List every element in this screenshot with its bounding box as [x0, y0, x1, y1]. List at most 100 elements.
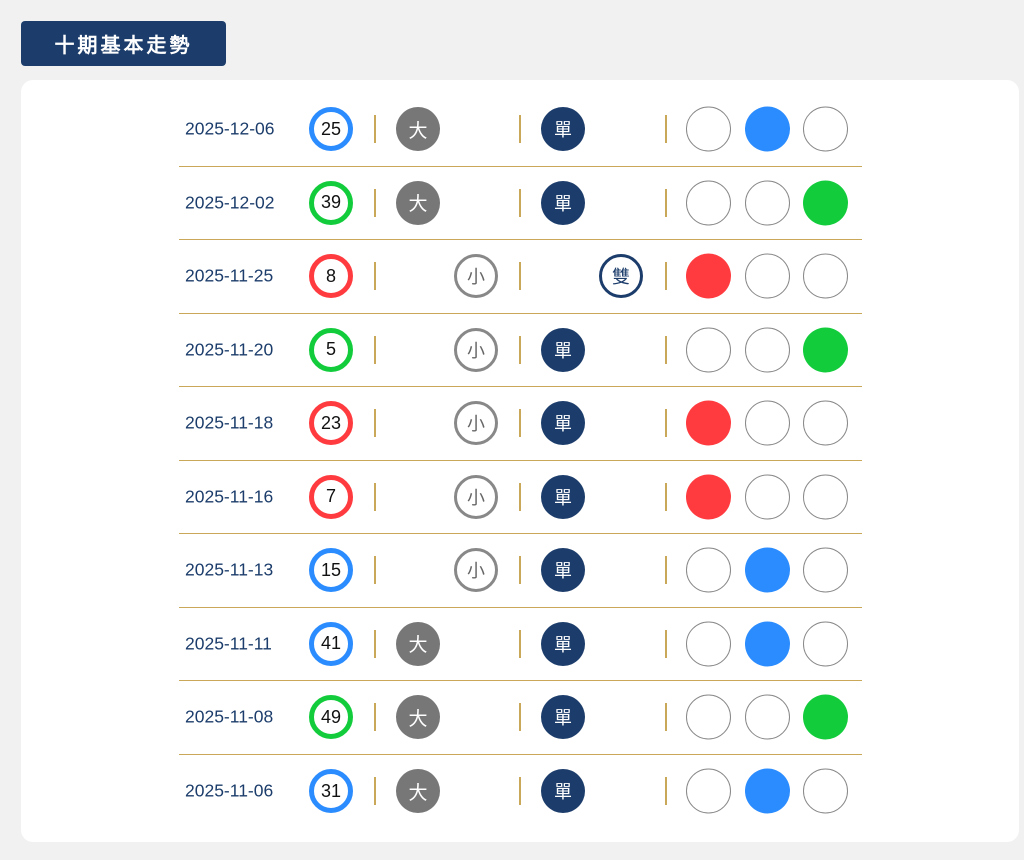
column-divider	[374, 409, 376, 438]
red-wave-indicator	[686, 253, 731, 299]
table-row: 2025-11-25 8 小 雙	[179, 240, 862, 314]
table-row: 2025-12-02 39 大 單	[179, 167, 862, 240]
red-wave-indicator	[686, 180, 731, 226]
draw-date: 2025-12-06	[185, 118, 275, 139]
even-badge: 雙	[599, 254, 643, 299]
green-wave-indicator	[803, 768, 848, 814]
section-title: 十期基本走勢	[21, 21, 226, 66]
draw-date: 2025-12-02	[185, 192, 275, 213]
column-divider	[665, 703, 667, 732]
column-divider	[374, 556, 376, 585]
table-row: 2025-11-18 23 小單	[179, 387, 862, 461]
blue-wave-indicator	[745, 694, 790, 740]
draw-date: 2025-11-11	[185, 633, 272, 654]
number-ball: 49	[309, 695, 353, 740]
column-divider	[665, 777, 667, 806]
green-wave-indicator	[803, 621, 848, 667]
small-badge: 小	[454, 327, 498, 372]
draw-date: 2025-11-08	[185, 706, 274, 727]
small-badge: 小	[454, 548, 498, 593]
draw-date: 2025-11-13	[185, 559, 274, 580]
green-wave-indicator	[803, 547, 848, 593]
column-divider	[519, 115, 521, 144]
red-wave-indicator	[686, 400, 731, 446]
number-ball: 39	[309, 180, 353, 225]
green-wave-indicator	[803, 474, 848, 520]
green-wave-indicator	[803, 400, 848, 446]
draw-date: 2025-11-18	[185, 412, 274, 433]
draw-date: 2025-11-25	[185, 265, 274, 286]
blue-wave-indicator	[745, 327, 790, 373]
odd-badge: 單	[541, 548, 585, 593]
odd-badge: 單	[541, 107, 585, 152]
red-wave-indicator	[686, 768, 731, 814]
blue-wave-indicator	[745, 474, 790, 520]
number-ball: 31	[309, 769, 353, 814]
odd-badge: 單	[541, 327, 585, 372]
small-badge: 小	[454, 254, 498, 299]
column-divider	[519, 482, 521, 511]
trend-table: 2025-12-06 25 大單 2025-12-02 39 大單 2025-11-25 8 小…	[179, 93, 862, 828]
green-wave-indicator	[803, 180, 848, 226]
big-badge: 大	[396, 621, 440, 666]
draw-date: 2025-11-16	[185, 486, 274, 507]
column-divider	[374, 188, 376, 217]
green-wave-indicator	[803, 327, 848, 373]
small-badge: 小	[454, 401, 498, 446]
red-wave-indicator	[686, 106, 731, 152]
column-divider	[519, 629, 521, 658]
number-ball: 7	[309, 474, 353, 519]
big-badge: 大	[396, 107, 440, 152]
blue-wave-indicator	[745, 180, 790, 226]
number-ball: 5	[309, 327, 353, 372]
number-ball: 23	[309, 401, 353, 446]
column-divider	[374, 482, 376, 511]
number-ball: 25	[309, 107, 353, 152]
table-row: 2025-11-13 15 小單	[179, 534, 862, 608]
blue-wave-indicator	[745, 253, 790, 299]
column-divider	[665, 482, 667, 511]
odd-badge: 單	[541, 769, 585, 814]
column-divider	[519, 409, 521, 438]
odd-badge: 單	[541, 180, 585, 225]
big-badge: 大	[396, 695, 440, 740]
odd-badge: 單	[541, 474, 585, 519]
column-divider	[374, 262, 376, 291]
blue-wave-indicator	[745, 547, 790, 593]
draw-date: 2025-11-20	[185, 339, 274, 360]
column-divider	[519, 777, 521, 806]
blue-wave-indicator	[745, 400, 790, 446]
red-wave-indicator	[686, 694, 731, 740]
odd-badge: 單	[541, 401, 585, 446]
draw-date: 2025-11-06	[185, 780, 274, 801]
table-row: 2025-11-08 49 大 單	[179, 681, 862, 755]
odd-badge: 單	[541, 695, 585, 740]
blue-wave-indicator	[745, 106, 790, 152]
column-divider	[519, 335, 521, 364]
column-divider	[374, 335, 376, 364]
column-divider	[665, 409, 667, 438]
odd-badge: 單	[541, 621, 585, 666]
column-divider	[519, 703, 521, 732]
column-divider	[665, 188, 667, 217]
red-wave-indicator	[686, 621, 731, 667]
green-wave-indicator	[803, 694, 848, 740]
table-row: 2025-11-16 7 小單	[179, 461, 862, 534]
column-divider	[665, 262, 667, 291]
number-ball: 8	[309, 254, 353, 299]
column-divider	[519, 262, 521, 291]
green-wave-indicator	[803, 253, 848, 299]
green-wave-indicator	[803, 106, 848, 152]
number-ball: 41	[309, 621, 353, 666]
small-badge: 小	[454, 474, 498, 519]
column-divider	[665, 335, 667, 364]
column-divider	[374, 115, 376, 144]
column-divider	[665, 115, 667, 144]
big-badge: 大	[396, 769, 440, 814]
number-ball: 15	[309, 548, 353, 593]
blue-wave-indicator	[745, 621, 790, 667]
red-wave-indicator	[686, 474, 731, 520]
table-row: 2025-11-11 41 大 單	[179, 608, 862, 681]
column-divider	[665, 556, 667, 585]
column-divider	[374, 629, 376, 658]
